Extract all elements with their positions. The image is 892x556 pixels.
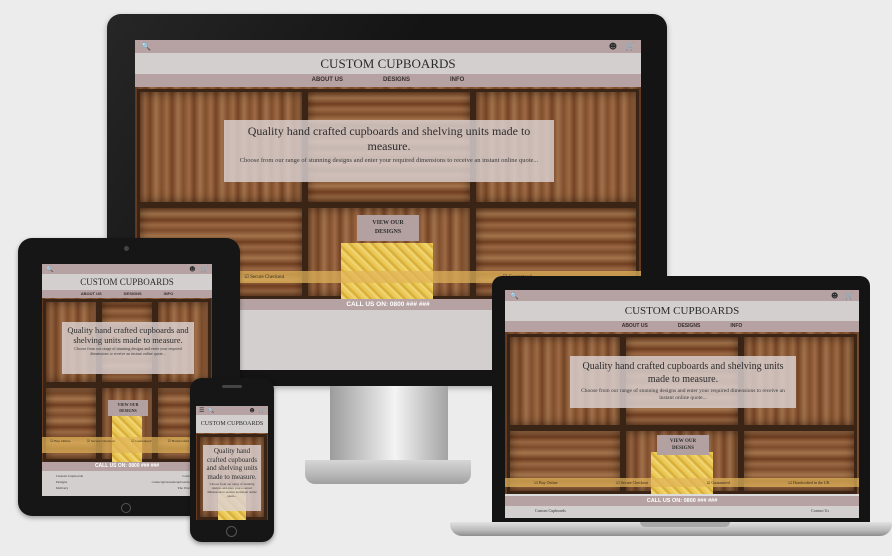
main-nav: ABOUT US DESIGNS INFO [42,290,212,298]
user-icon[interactable]: ☻ [189,266,195,273]
view-designs-button[interactable]: VIEW OUR DESIGNS [657,435,709,455]
main-nav: ABOUT US DESIGNS INFO [505,321,859,332]
hero-text: Choose from our range of stunning design… [581,388,785,401]
footer-contact[interactable]: Contact Us [811,508,829,516]
check-circle-icon: ☑ [50,439,54,443]
nav-info[interactable]: INFO [164,290,174,298]
top-bar: 🔍 ☻ 🛒 [505,290,859,301]
nav-about-us[interactable]: ABOUT US [81,290,102,298]
feature-buy-online: ☑ Buy Online [534,480,558,485]
tablet-home-button[interactable] [121,503,131,513]
check-circle-icon: ☑ [706,480,711,485]
view-designs-button[interactable]: VIEW OUR DESIGNS [108,400,148,416]
top-bar: ☰ 🔍 ☻ 🛒 [196,406,268,415]
check-circle-icon: ☑ [616,480,620,485]
feature-secure-checkout: ☑ Secure Checkout [244,274,285,280]
top-bar: 🔍 ☻ 🛒 [135,40,641,53]
footer-brand[interactable]: Custom Cupboards [535,508,566,516]
nav-designs[interactable]: DESIGNS [383,74,410,87]
call-us-bar[interactable]: CALL US ON: 0800 ### ### [42,462,212,471]
feature-handcrafted: ☑ Handcrafted in the UK [788,480,830,485]
check-circle-icon: ☑ [244,274,249,280]
nav-info[interactable]: INFO [730,321,742,332]
check-circle-icon: ☑ [534,480,538,485]
hero-heading: Quality hand crafted cupboards and shelv… [206,447,258,481]
feature-guaranteed: ☑ Guaranteed [706,480,730,485]
features-strip: ☑ Buy Online ☑ Secure Checkout ☑ Guarant… [42,437,212,453]
phone-home-button[interactable] [226,526,237,537]
nav-designs[interactable]: DESIGNS [124,290,142,298]
view-designs-button[interactable]: VIEW OUR DESIGNS [357,215,419,241]
feature-guaranteed: ☑ Guaranteed [131,439,152,443]
hero-box: Quality hand crafted cupboards and shelv… [224,120,554,182]
hero-heading: Quality hand crafted cupboards and shelv… [67,325,189,345]
user-icon[interactable]: ☻ [250,408,255,414]
search-icon[interactable]: 🔍 [141,42,151,51]
hero-box: Quality hand crafted cupboards and shelv… [203,445,261,511]
hero-text: Choose from our range of stunning design… [74,346,182,356]
cart-icon[interactable]: 🛒 [201,266,208,273]
nav-about-us[interactable]: ABOUT US [622,321,648,332]
hero-heading: Quality hand crafted cupboards and shelv… [582,361,784,385]
hero-text: Choose from our range of stunning design… [207,482,257,498]
phone-screen: ☰ 🔍 ☻ 🛒 CUSTOM CUPBOARDS Quality hand cr… [196,406,268,520]
site-title[interactable]: CUSTOM CUPBOARDS [42,274,212,290]
site-title[interactable]: CUSTOM CUPBOARDS [196,415,268,433]
hero-text: Choose from our range of stunning design… [239,157,539,164]
site-title[interactable]: CUSTOM CUPBOARDS [505,301,859,321]
top-bar: 🔍 ☻ 🛒 [42,264,212,274]
hero-box: Quality hand crafted cupboards and shelv… [62,322,194,374]
desktop-stand-base [305,460,471,484]
nav-info[interactable]: INFO [450,74,464,87]
search-icon[interactable]: 🔍 [510,292,519,300]
footer: Custom Cupboards Designs Delivery Contac… [42,471,212,496]
check-circle-icon: ☑ [788,480,793,485]
check-circle-icon: ☑ [86,439,91,443]
nav-about-us[interactable]: ABOUT US [312,74,343,87]
feature-buy-online: ☑ Buy Online [50,439,71,443]
user-icon[interactable]: ☻ [831,292,838,300]
search-icon[interactable]: 🔍 [208,407,214,414]
footer-delivery[interactable]: Delivery [56,485,83,491]
feature-secure-checkout: ☑ Secure Checkout [86,439,115,443]
desktop-stand-neck [330,386,448,464]
laptop-screen: 🔍 ☻ 🛒 CUSTOM CUPBOARDS ABOUT US DESIGNS … [505,290,859,518]
cart-icon[interactable]: 🛒 [845,292,854,300]
cart-icon[interactable]: 🛒 [625,42,635,51]
check-circle-icon: ☑ [131,439,135,443]
nav-designs[interactable]: DESIGNS [678,321,701,332]
user-icon[interactable]: ☻ [609,42,617,51]
site-title[interactable]: CUSTOM CUPBOARDS [135,53,641,74]
feature-secure-checkout: ☑ Secure Checkout [616,480,649,485]
footer: Custom Cupboards Contact Us [505,506,859,518]
hero-box: Quality hand crafted cupboards and shelv… [570,356,796,408]
tablet-screen: 🔍 ☻ 🛒 CUSTOM CUPBOARDS ABOUT US DESIGNS … [42,264,212,496]
features-strip: ☑ Buy Online ☑ Secure Checkout ☑ Guarant… [505,478,859,487]
main-nav: ABOUT US DESIGNS INFO [135,74,641,87]
call-us-bar[interactable]: CALL US ON: 0800 ### ### [505,496,859,506]
search-icon[interactable]: 🔍 [46,266,53,273]
hamburger-menu-icon[interactable]: ☰ [199,407,204,414]
check-circle-icon: ☑ [167,439,171,443]
hero-heading: Quality hand crafted cupboards and shelv… [247,124,531,153]
cart-icon[interactable]: 🛒 [259,408,265,414]
